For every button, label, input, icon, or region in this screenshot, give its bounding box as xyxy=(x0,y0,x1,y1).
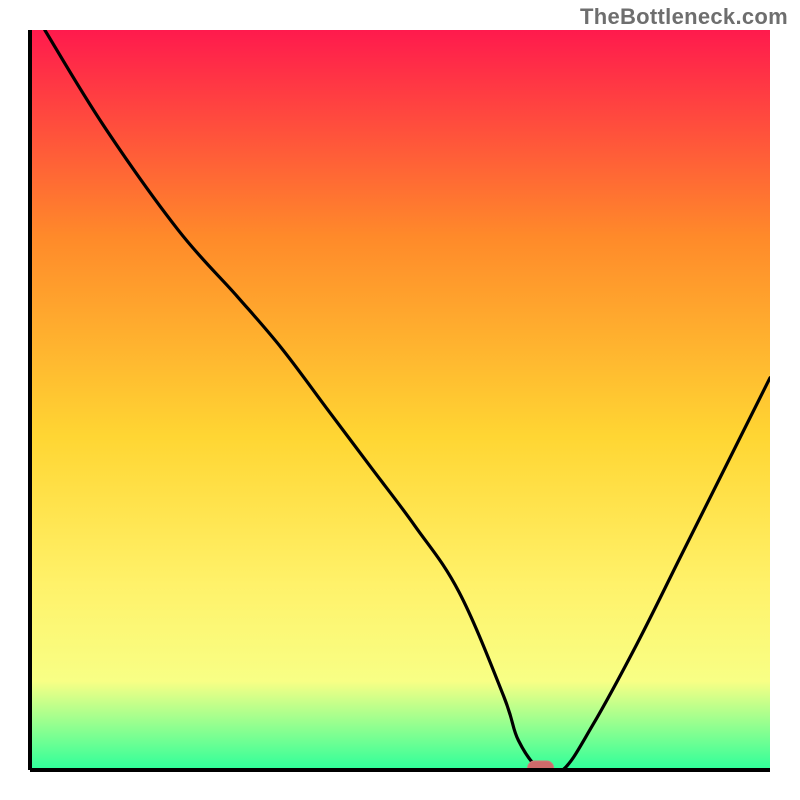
chart-stage: TheBottleneck.com xyxy=(0,0,800,800)
plot-gradient-background xyxy=(30,30,770,770)
watermark-text: TheBottleneck.com xyxy=(580,4,788,30)
bottleneck-chart xyxy=(0,0,800,800)
